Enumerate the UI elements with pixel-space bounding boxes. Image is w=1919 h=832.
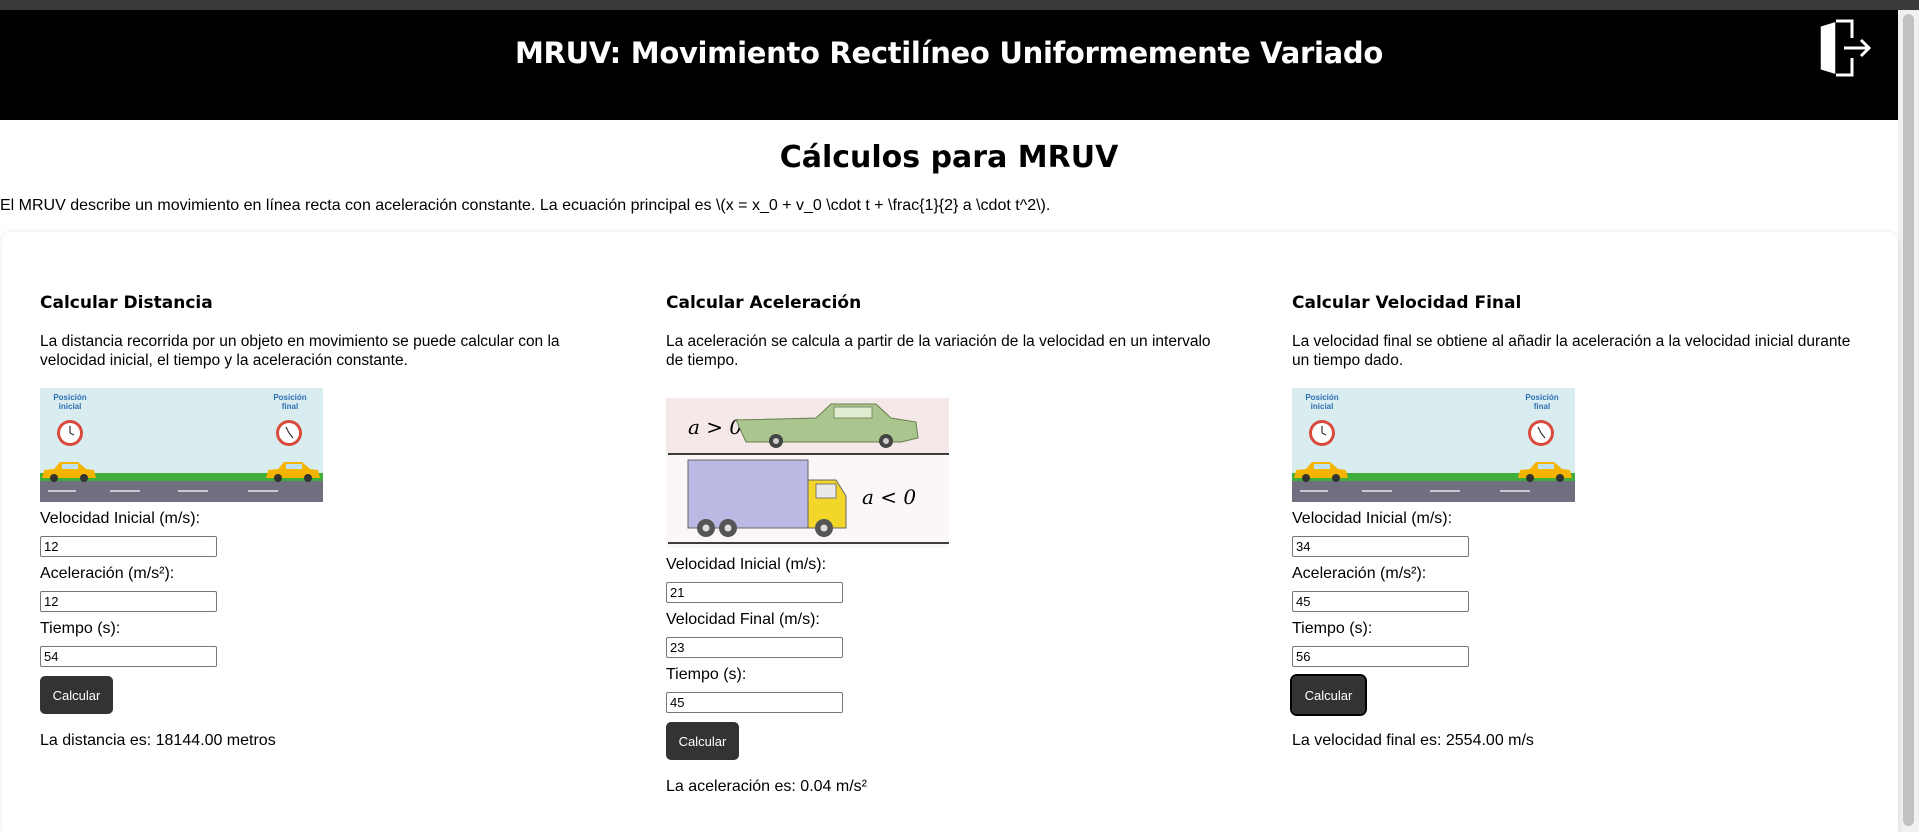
road-diagram-image: Posición inicial Posición final [40,388,323,502]
acceleration-result: La aceleración es: 0.04 m/s² [666,778,867,795]
start-position-label-line1: Posición [1305,393,1338,402]
initial-velocity-input[interactable] [40,536,217,557]
browser-top-strip [0,0,1919,10]
scrollbar-thumb[interactable] [1903,14,1914,826]
field-label: Velocidad Final (m/s): [666,611,820,628]
final-velocity-heading: Calcular Velocidad Final [1292,293,1522,313]
end-position-label-line1: Posición [273,393,306,402]
negative-acceleration-label: a < 0 [862,485,916,509]
acceleration-heading: Calcular Aceleración [666,293,862,313]
calculate-acceleration-button[interactable]: Calcular [666,722,739,760]
intro-text: El MRUV describe un movimiento en línea … [0,197,1051,214]
field-label: Tiempo (s): [1292,620,1373,637]
time-input[interactable] [40,646,217,667]
field-label: Aceleración (m/s²): [1292,565,1427,582]
final-velocity-input[interactable] [666,637,843,658]
site-title: MRUV: Movimiento Rectilíneo Uniformement… [514,36,1383,70]
calculate-final-velocity-button[interactable]: Calcular [1290,674,1367,716]
start-position-label-line2: inicial [1311,402,1334,411]
scrollbar[interactable] [1898,10,1919,832]
distance-result: La distancia es: 18144.00 metros [40,732,276,749]
final-velocity-description: La velocidad final se obtiene al añadir … [1292,333,1851,369]
end-position-label-line2: final [282,402,298,411]
acceleration-input[interactable] [1292,591,1469,612]
page-title: Cálculos para MRUV [779,140,1119,175]
distance-heading: Calcular Distancia [40,293,213,313]
time-input[interactable] [1292,646,1469,667]
acceleration-description: La aceleración se calcula a partir de la… [666,333,1211,369]
clock-icon [1528,420,1554,446]
exit-door-icon[interactable] [1814,18,1874,78]
time-input[interactable] [666,692,843,713]
distance-description: La distancia recorrida por un objeto en … [40,333,560,369]
field-label: Tiempo (s): [666,666,747,683]
final-velocity-calculator: Calcular Velocidad Final La velocidad fi… [1290,293,1862,750]
start-position-label-line1: Posición [53,393,86,402]
field-label: Velocidad Inicial (m/s): [1292,510,1453,527]
field-label: Velocidad Inicial (m/s): [666,556,827,573]
acceleration-input[interactable] [40,591,217,612]
initial-velocity-input[interactable] [1292,536,1469,557]
clock-icon [57,420,83,446]
end-position-label-line2: final [1534,402,1550,411]
site-header: MRUV: Movimiento Rectilíneo Uniformement… [0,10,1898,120]
end-position-label-line1: Posición [1525,393,1558,402]
final-velocity-result: La velocidad final es: 2554.00 m/s [1292,732,1534,749]
initial-velocity-input[interactable] [666,582,843,603]
clock-icon [1309,420,1335,446]
clock-icon [276,420,302,446]
distance-calculator: Calcular Distancia La distancia recorrid… [40,293,610,750]
acceleration-diagram-image: a > 0 a < 0 [666,398,949,548]
field-label: Tiempo (s): [40,620,121,637]
calculate-distance-button[interactable]: Calcular [40,676,113,714]
field-label: Aceleración (m/s²): [40,565,175,582]
start-position-label-line2: inicial [59,402,82,411]
acceleration-calculator: Calcular Aceleración La aceleración se c… [666,293,1236,796]
positive-acceleration-label: a > 0 [688,415,742,439]
field-label: Velocidad Inicial (m/s): [40,510,201,527]
road-diagram-image: Posición inicial Posición final [1292,388,1575,502]
